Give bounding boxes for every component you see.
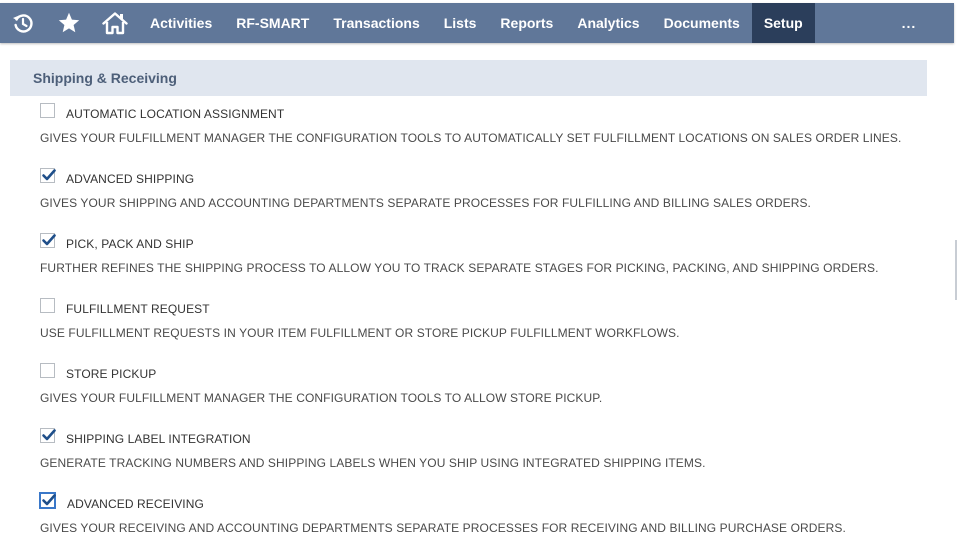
section-header: Shipping & Receiving	[10, 60, 927, 96]
feature-description: GENERATE TRACKING NUMBERS AND SHIPPING L…	[40, 456, 706, 470]
feature-option: ADVANCED RECEIVING GIVES YOUR RECEIVING A…	[39, 491, 940, 535]
section-title: Shipping & Receiving	[33, 70, 177, 86]
checkmark-icon	[42, 494, 56, 506]
feature-label[interactable]: SHIPPING LABEL INTEGRATION	[66, 432, 251, 446]
checkmark-icon	[42, 234, 56, 246]
feature-checkbox[interactable]	[40, 363, 55, 378]
feature-description: FURTHER REFINES THE SHIPPING PROCESS TO …	[40, 261, 879, 275]
feature-option: ADVANCED SHIPPING GIVES YOUR SHIPPING AND…	[40, 166, 940, 210]
nav-item-activities[interactable]: Activities	[138, 3, 224, 43]
feature-option: AUTOMATIC LOCATION ASSIGNMENT GIVES YOUR …	[40, 101, 940, 145]
feature-checkbox[interactable]	[40, 168, 56, 183]
nav-item-lists[interactable]: Lists	[432, 3, 489, 43]
feature-option: STORE PICKUP GIVES YOUR FULFILLMENT MANAG…	[40, 361, 940, 405]
feature-row: FULFILLMENT REQUEST	[40, 296, 940, 316]
feature-row: PICK, PACK AND SHIP	[40, 231, 940, 251]
feature-checkbox[interactable]	[40, 103, 55, 118]
feature-option: SHIPPING LABEL INTEGRATION GENERATE TRACK…	[40, 426, 940, 470]
feature-description: USE FULFILLMENT REQUESTS IN YOUR ITEM FU…	[40, 326, 680, 340]
feature-label[interactable]: FULFILLMENT REQUEST	[66, 302, 210, 316]
feature-label[interactable]: STORE PICKUP	[66, 367, 156, 381]
home-icon[interactable]	[92, 3, 138, 43]
more-menu-button[interactable]: ...	[864, 3, 954, 43]
feature-checkbox[interactable]	[40, 298, 55, 313]
feature-row: SHIPPING LABEL INTEGRATION	[40, 426, 940, 446]
feature-label[interactable]: ADVANCED SHIPPING	[66, 172, 194, 186]
feature-label[interactable]: ADVANCED RECEIVING	[67, 497, 204, 511]
feature-checkbox[interactable]	[39, 492, 56, 509]
checkmark-icon	[42, 429, 56, 441]
feature-row: ADVANCED SHIPPING	[40, 166, 940, 186]
top-navigation-bar: Activities RF-SMART Transactions Lists Repor…	[0, 3, 954, 43]
checkmark-icon	[42, 169, 56, 181]
feature-checkbox[interactable]	[40, 428, 56, 443]
feature-option: PICK, PACK AND SHIP FURTHER REFINES THE S…	[40, 231, 940, 275]
nav-item-rf-smart[interactable]: RF-SMART	[224, 3, 321, 43]
feature-label[interactable]: AUTOMATIC LOCATION ASSIGNMENT	[66, 107, 284, 121]
feature-description: GIVES YOUR FULFILLMENT MANAGER THE CONFI…	[40, 391, 603, 405]
feature-row: ADVANCED RECEIVING	[39, 491, 940, 511]
feature-label[interactable]: PICK, PACK AND SHIP	[66, 237, 194, 251]
recent-history-icon[interactable]	[0, 3, 46, 43]
feature-checkbox[interactable]	[40, 233, 56, 248]
feature-row: STORE PICKUP	[40, 361, 940, 381]
nav-item-analytics[interactable]: Analytics	[565, 3, 651, 43]
nav-item-setup[interactable]: Setup	[751, 3, 815, 43]
feature-description: GIVES YOUR SHIPPING AND ACCOUNTING DEPAR…	[40, 196, 811, 210]
feature-description: GIVES YOUR RECEIVING AND ACCOUNTING DEPA…	[40, 521, 846, 535]
feature-option: FULFILLMENT REQUEST USE FULFILLMENT REQUE…	[40, 296, 940, 340]
nav-item-reports[interactable]: Reports	[488, 3, 565, 43]
feature-description: GIVES YOUR FULFILLMENT MANAGER THE CONFI…	[40, 131, 902, 145]
feature-row: AUTOMATIC LOCATION ASSIGNMENT	[40, 101, 940, 121]
nav-item-documents[interactable]: Documents	[652, 3, 752, 43]
star-icon[interactable]	[46, 3, 92, 43]
nav-item-transactions[interactable]: Transactions	[321, 3, 431, 43]
